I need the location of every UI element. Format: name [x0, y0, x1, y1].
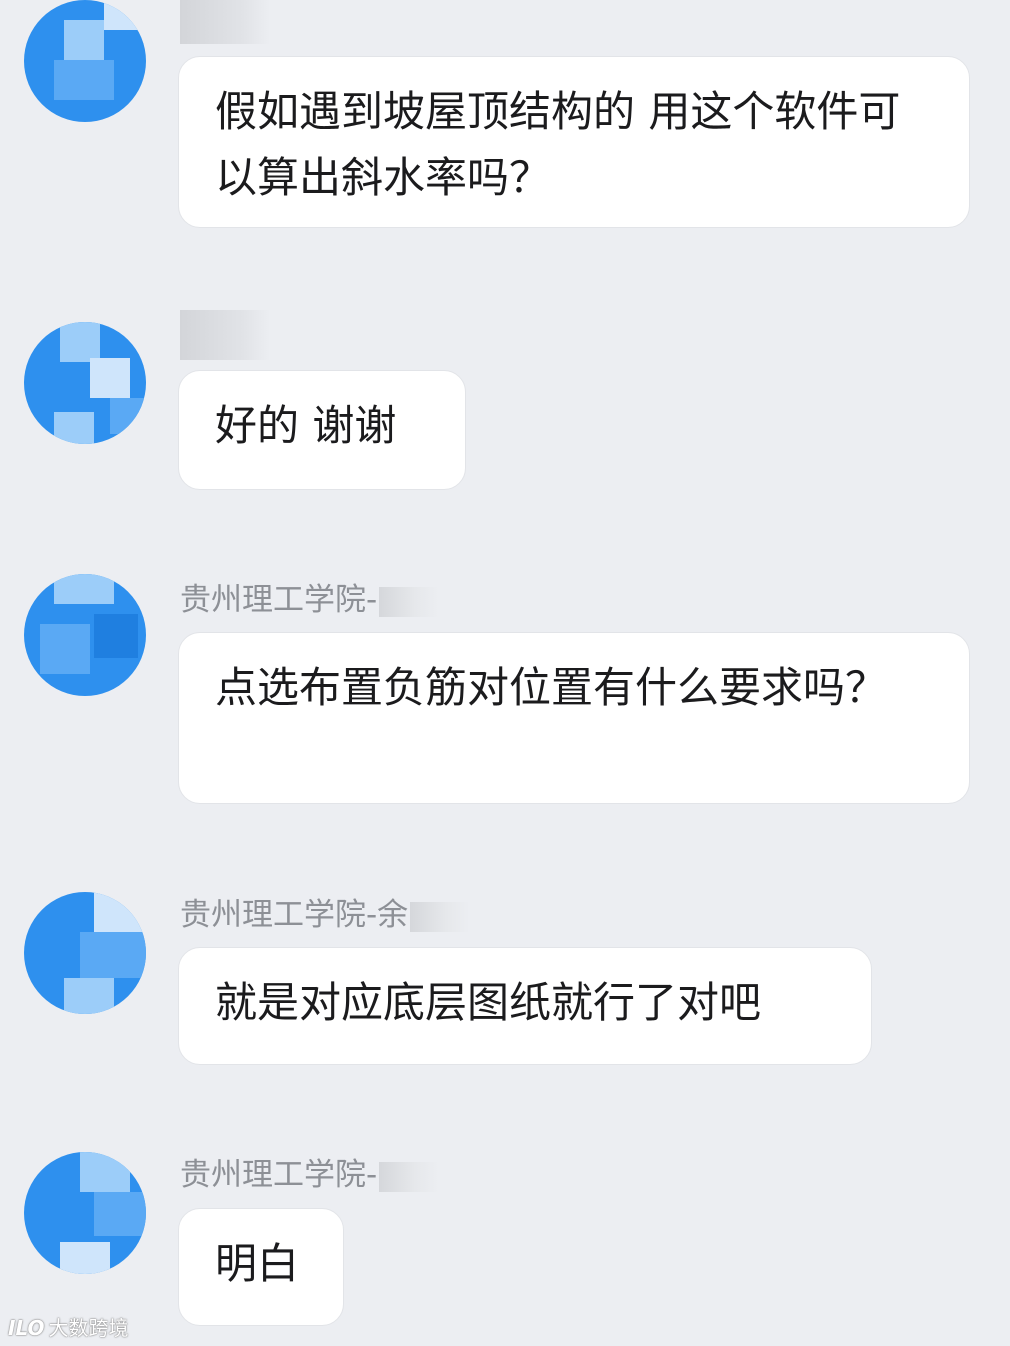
sender-name: 贵州理工学院- — [180, 580, 440, 620]
sender-name-redacted — [180, 310, 270, 360]
message-text: 好的 谢谢 — [215, 401, 397, 450]
message-bubble[interactable]: 点选布置负筋对位置有什么要求吗？ — [178, 632, 970, 804]
sender-name-redacted — [180, 0, 270, 44]
sender-name-redacted — [379, 1161, 440, 1192]
user-avatar[interactable] — [24, 322, 146, 444]
watermark-text: 大数跨境 — [48, 1316, 129, 1340]
sender-name: 贵州理工学院- — [180, 1155, 440, 1195]
chat-message-list[interactable]: 假如遇到坡屋顶结构的 用这个软件可以算出斜水率吗？ 好的 谢谢 贵州理工学院- … — [0, 0, 1010, 1346]
user-avatar[interactable] — [24, 892, 146, 1014]
message-text: 就是对应底层图纸就行了对吧 — [215, 978, 762, 1027]
message-bubble[interactable]: 明白 — [178, 1208, 344, 1326]
user-avatar[interactable] — [24, 1152, 146, 1274]
message-text: 点选布置负筋对位置有什么要求吗？ — [215, 663, 888, 712]
sender-name: 贵州理工学院-余 — [180, 895, 471, 935]
sender-name-redacted — [410, 901, 471, 932]
user-avatar[interactable] — [24, 574, 146, 696]
sender-name-redacted — [379, 586, 440, 617]
message-text: 明白 — [215, 1239, 300, 1288]
watermark-logo: ILO — [8, 1316, 45, 1340]
watermark: ILO 大数跨境 — [8, 1312, 128, 1341]
message-bubble[interactable]: 就是对应底层图纸就行了对吧 — [178, 947, 872, 1065]
message-bubble[interactable]: 好的 谢谢 — [178, 370, 466, 490]
user-avatar[interactable] — [24, 0, 146, 122]
message-text: 假如遇到坡屋顶结构的 用这个软件可以算出斜水率吗？ — [215, 87, 901, 202]
message-bubble[interactable]: 假如遇到坡屋顶结构的 用这个软件可以算出斜水率吗？ — [178, 56, 970, 228]
